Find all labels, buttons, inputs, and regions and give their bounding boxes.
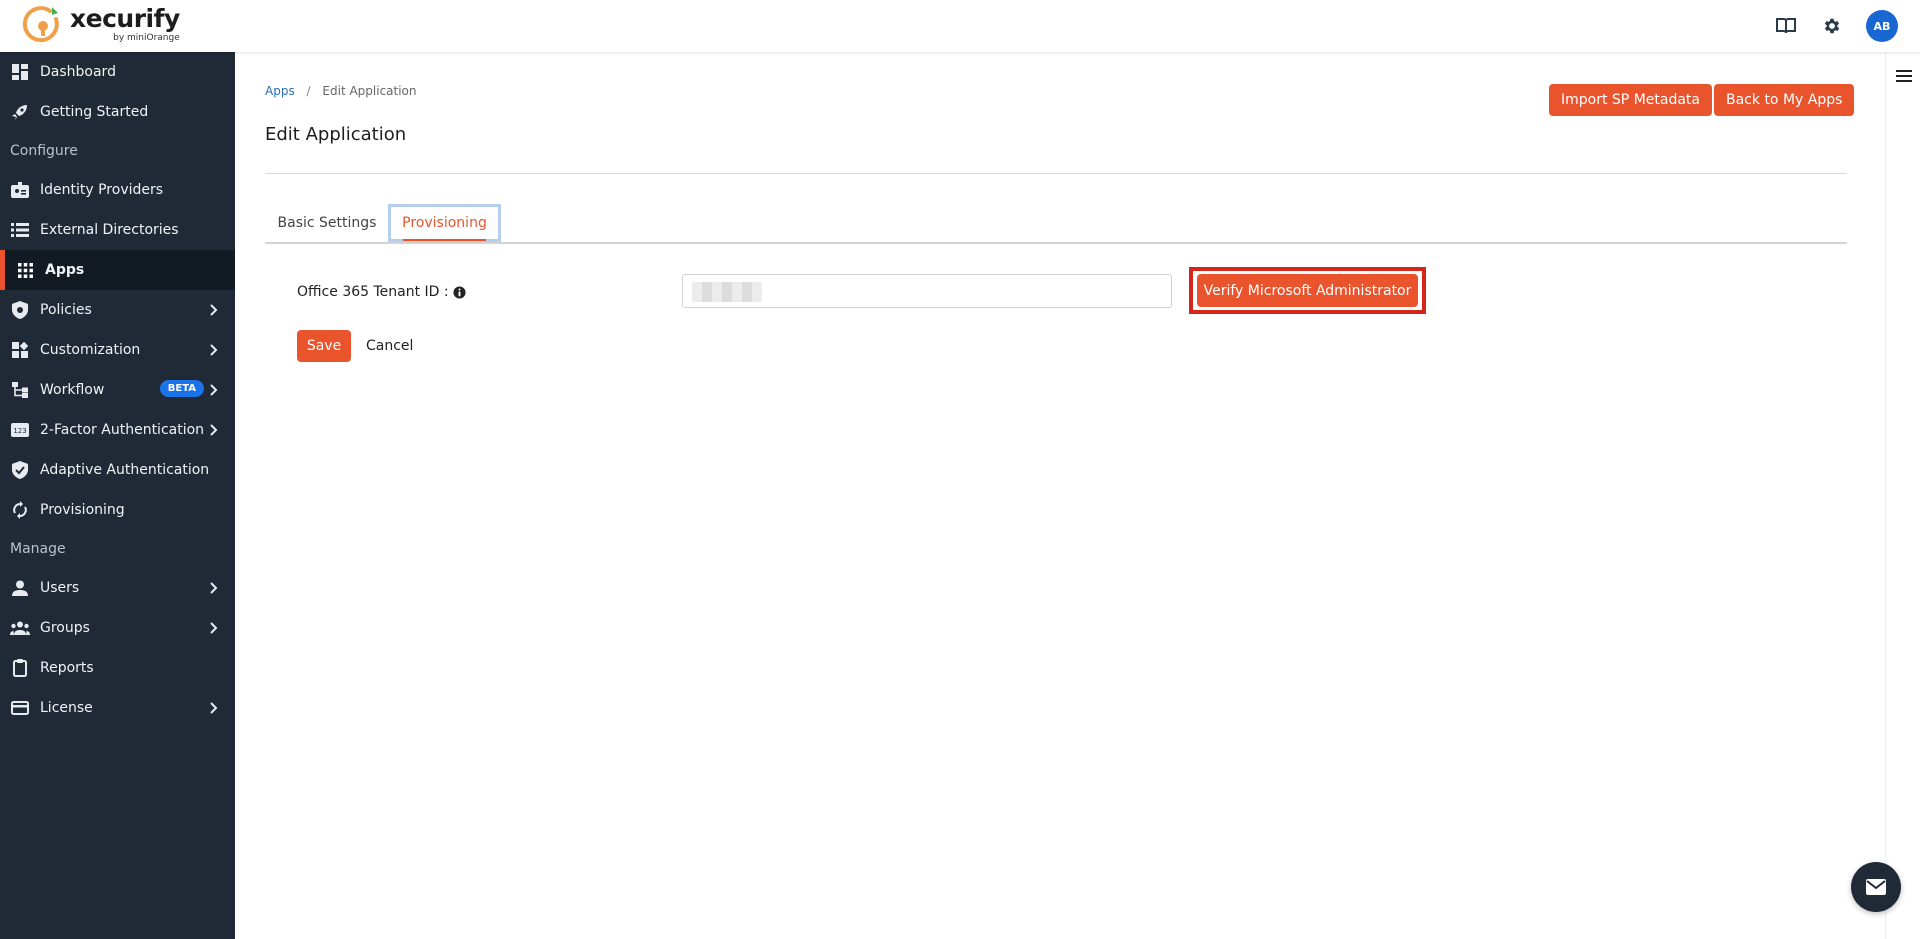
- sidebar-item-label: Apps: [45, 262, 85, 278]
- sidebar-item-label: Policies: [40, 302, 92, 318]
- divider: [265, 173, 1847, 174]
- mail-icon: [1866, 879, 1886, 895]
- chevron-right-icon: [210, 384, 218, 396]
- breadcrumb-apps-link[interactable]: Apps: [265, 84, 295, 98]
- customize-icon: [10, 340, 30, 360]
- badge-icon: [10, 180, 30, 200]
- sidebar-item-provisioning[interactable]: Provisioning: [0, 490, 235, 530]
- sidebar-item-identity-providers[interactable]: Identity Providers: [0, 170, 235, 210]
- info-icon[interactable]: [453, 285, 466, 299]
- tab-active-indicator: [403, 239, 486, 241]
- sidebar-item-customization[interactable]: Customization: [0, 330, 235, 370]
- xecurify-logo[interactable]: xecurify by miniOrange: [22, 3, 180, 45]
- import-sp-metadata-button[interactable]: Import SP Metadata: [1549, 84, 1712, 116]
- sidebar-item-adaptive-authentication[interactable]: Adaptive Authentication: [0, 450, 235, 490]
- rocket-icon: [10, 102, 30, 122]
- shield-icon: [10, 300, 30, 320]
- sidebar-item-reports[interactable]: Reports: [0, 648, 235, 688]
- breadcrumb-separator: /: [306, 84, 311, 98]
- sidebar-item-2fa[interactable]: 123 2-Factor Authentication: [0, 410, 235, 450]
- svg-text:123: 123: [13, 427, 26, 435]
- chevron-right-icon: [210, 702, 218, 714]
- sidebar-item-label: Provisioning: [40, 502, 125, 518]
- dashboard-icon: [10, 62, 30, 82]
- tab-basic-settings[interactable]: Basic Settings: [265, 204, 389, 242]
- chevron-right-icon: [210, 344, 218, 356]
- sidebar-item-label: Workflow: [40, 382, 105, 398]
- tab-bar: Basic Settings Provisioning: [265, 200, 1847, 244]
- save-button[interactable]: Save: [297, 330, 351, 362]
- sidebar-item-label: Customization: [40, 342, 141, 358]
- apps-grid-icon: [15, 260, 35, 280]
- sidebar-item-getting-started[interactable]: Getting Started: [0, 92, 235, 132]
- card-icon: [10, 698, 30, 718]
- verified-shield-icon: [10, 460, 30, 480]
- cancel-button[interactable]: Cancel: [366, 330, 413, 362]
- redacted-value: [692, 282, 762, 302]
- sidebar-item-label: Adaptive Authentication: [40, 462, 210, 478]
- tab-label: Basic Settings: [277, 215, 377, 231]
- sidebar-item-workflow[interactable]: Workflow BETA: [0, 370, 235, 410]
- chevron-right-icon: [210, 622, 218, 634]
- sidebar-item-label: Identity Providers: [40, 182, 164, 198]
- section-configure: Configure: [10, 143, 78, 159]
- list-icon: [10, 220, 30, 240]
- sidebar-item-policies[interactable]: Policies: [0, 290, 235, 330]
- twofa-icon: 123: [10, 420, 30, 440]
- tenant-id-label-text: Office 365 Tenant ID :: [297, 284, 449, 300]
- chevron-right-icon: [210, 582, 218, 594]
- sidebar-item-apps[interactable]: Apps: [0, 250, 235, 290]
- tab-label: Provisioning: [402, 215, 487, 231]
- page-title: Edit Application: [265, 124, 407, 145]
- chevron-right-icon: [210, 424, 218, 436]
- logo-name: xecurify: [70, 4, 180, 33]
- tenant-id-label: Office 365 Tenant ID :: [297, 284, 466, 300]
- right-gutter: [1885, 52, 1920, 939]
- logo-mark-icon: [22, 3, 64, 45]
- sidebar-item-users[interactable]: Users: [0, 568, 235, 608]
- top-header: xecurify by miniOrange AB: [0, 0, 1920, 52]
- user-icon: [10, 578, 30, 598]
- chevron-right-icon: [210, 304, 218, 316]
- clipboard-icon: [10, 658, 30, 678]
- groups-icon: [10, 618, 30, 638]
- logo-by: by miniOrange: [113, 33, 180, 43]
- back-to-my-apps-button[interactable]: Back to My Apps: [1714, 84, 1855, 116]
- user-avatar[interactable]: AB: [1866, 10, 1898, 42]
- sidebar: Dashboard Getting Started Configure Iden…: [0, 52, 235, 939]
- sync-icon: [10, 500, 30, 520]
- main-content: Apps / Edit Application Edit Application…: [235, 52, 1885, 939]
- beta-badge: BETA: [159, 380, 204, 397]
- gear-icon[interactable]: [1820, 14, 1844, 38]
- sidebar-item-external-directories[interactable]: External Directories: [0, 210, 235, 250]
- hamburger-menu-icon[interactable]: [1895, 68, 1913, 84]
- breadcrumb-current: Edit Application: [322, 84, 417, 98]
- workflow-icon: [10, 380, 30, 400]
- sidebar-item-label: Groups: [40, 620, 90, 636]
- book-icon[interactable]: [1774, 14, 1798, 38]
- sidebar-item-label: External Directories: [40, 222, 179, 238]
- breadcrumb: Apps / Edit Application: [265, 84, 417, 98]
- sidebar-item-license[interactable]: License: [0, 688, 235, 728]
- sidebar-item-label: License: [40, 700, 93, 716]
- section-manage: Manage: [10, 541, 66, 557]
- sidebar-item-label: 2-Factor Authentication: [40, 422, 205, 438]
- verify-microsoft-administrator-button[interactable]: Verify Microsoft Administrator: [1197, 274, 1418, 307]
- sidebar-item-label: Getting Started: [40, 104, 149, 120]
- mail-chat-button[interactable]: [1851, 862, 1901, 912]
- sidebar-item-dashboard[interactable]: Dashboard: [0, 52, 235, 92]
- tab-provisioning[interactable]: Provisioning: [388, 204, 501, 242]
- sidebar-item-label: Reports: [40, 660, 94, 676]
- sidebar-item-groups[interactable]: Groups: [0, 608, 235, 648]
- sidebar-item-label: Dashboard: [40, 64, 116, 80]
- sidebar-item-label: Users: [40, 580, 80, 596]
